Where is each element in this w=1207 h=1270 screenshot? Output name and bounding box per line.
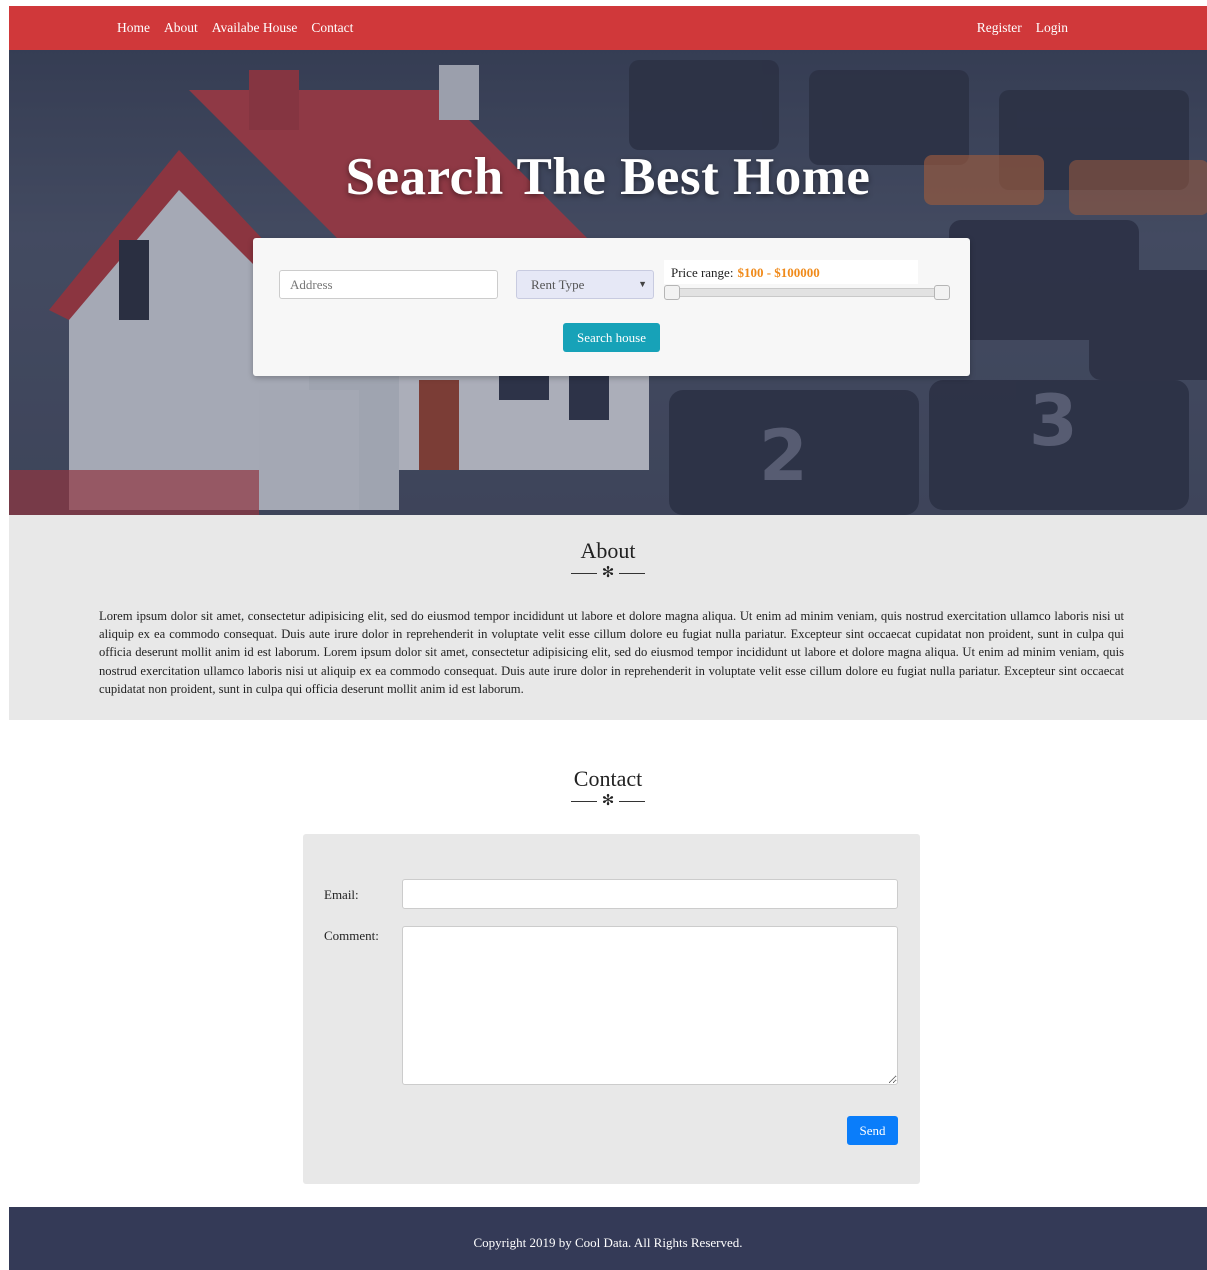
nav-auth-links: Register Login bbox=[977, 6, 1068, 50]
search-house-button[interactable]: Search house bbox=[563, 323, 660, 352]
register-link[interactable]: Register bbox=[977, 20, 1022, 36]
price-range-display: Price range: $100 - $100000 bbox=[664, 260, 918, 284]
price-range-label-group: Price range: $100 - $100000 bbox=[671, 265, 820, 281]
comment-label: Comment: bbox=[324, 928, 379, 943]
nav-contact-link[interactable]: Contact bbox=[311, 20, 353, 36]
rent-type-label: Rent Type bbox=[531, 277, 585, 292]
address-input[interactable] bbox=[279, 270, 498, 299]
contact-title: Contact bbox=[573, 766, 643, 791]
about-divider: ✻ bbox=[571, 565, 645, 581]
price-range-label: Price range: bbox=[671, 265, 734, 280]
email-field[interactable] bbox=[402, 879, 898, 909]
footer: Copyright 2019 by Cool Data. All Rights … bbox=[9, 1207, 1207, 1270]
nav-links: Home About Availabe House Contact bbox=[117, 6, 353, 50]
about-title: About bbox=[580, 538, 636, 563]
price-range-slider-track[interactable] bbox=[667, 288, 949, 297]
hero-title: Search The Best Home bbox=[345, 148, 871, 206]
contact-divider: ✻ bbox=[571, 793, 645, 809]
caret-down-icon: ▼ bbox=[638, 279, 647, 289]
send-button[interactable]: Send bbox=[847, 1116, 898, 1145]
nav-about-link[interactable]: About bbox=[164, 20, 198, 36]
price-range-max-handle[interactable] bbox=[934, 285, 950, 300]
rent-type-select[interactable]: Rent Type ▼ bbox=[516, 270, 654, 299]
footer-copyright: Copyright 2019 by Cool Data. All Rights … bbox=[473, 1235, 743, 1250]
price-range-value: $100 - $100000 bbox=[737, 265, 820, 280]
search-panel: Rent Type ▼ Price range:$100 - $100000 S… bbox=[253, 238, 970, 376]
login-link[interactable]: Login bbox=[1036, 20, 1068, 36]
divider-line-right bbox=[619, 801, 645, 802]
nav-available-house-link[interactable]: Availabe House bbox=[212, 20, 298, 36]
about-section: About ✻ Lorem ipsum dolor sit amet, cons… bbox=[9, 515, 1207, 720]
nav-home-link[interactable]: Home bbox=[117, 20, 150, 36]
email-label: Email: bbox=[324, 887, 359, 902]
price-range-min-handle[interactable] bbox=[664, 285, 680, 300]
hero-banner: 2 3 Search The Best Home Rent Type ▼ bbox=[9, 50, 1207, 515]
divider-line-right bbox=[619, 573, 645, 574]
contact-form: Email: Comment: Send bbox=[303, 834, 920, 1184]
about-text: Lorem ipsum dolor sit amet, consectetur … bbox=[99, 609, 1124, 696]
comment-textarea[interactable] bbox=[402, 926, 898, 1085]
navbar: Home About Availabe House Contact Regist… bbox=[9, 6, 1207, 50]
